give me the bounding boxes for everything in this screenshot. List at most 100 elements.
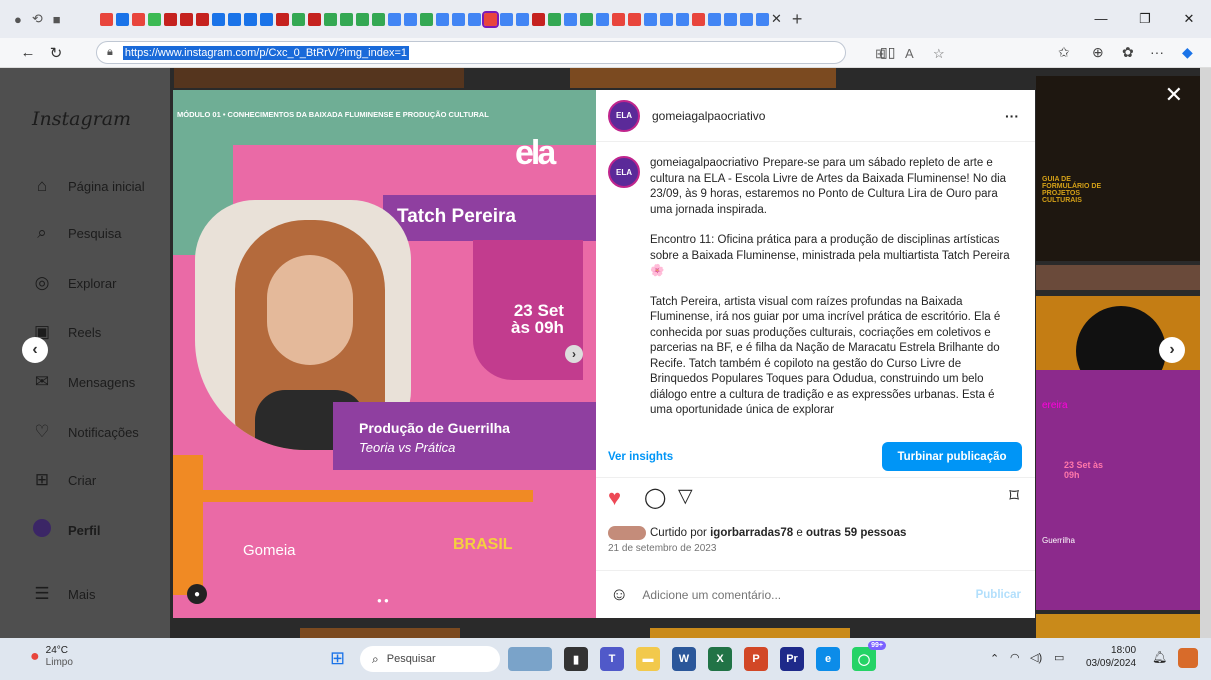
new-tab-button[interactable]: +	[792, 9, 803, 30]
close-window-button[interactable]: ✕	[1167, 0, 1211, 38]
weather-widget[interactable]: ● 24°C Limpo	[30, 645, 73, 669]
tagged-user-icon[interactable]: ●	[187, 584, 207, 604]
emoji-icon[interactable]: ☺	[610, 584, 628, 605]
browser-tab[interactable]	[548, 12, 561, 26]
extension-icon[interactable]: ✿	[1122, 44, 1134, 61]
grid-tile[interactable]	[1036, 614, 1201, 638]
grid-tile[interactable]	[650, 628, 850, 638]
pr-app-icon[interactable]: Pr	[780, 647, 804, 671]
browser-tab[interactable]	[164, 12, 177, 26]
browser-tab[interactable]	[340, 12, 353, 26]
browser-tab[interactable]	[532, 12, 545, 26]
likes-others-link[interactable]: outras 59 pessoas	[806, 527, 906, 539]
browser-tab[interactable]	[116, 12, 129, 26]
publish-button[interactable]: Publicar	[976, 589, 1021, 601]
browser-tab[interactable]	[244, 12, 257, 26]
browser-tab[interactable]	[100, 12, 113, 26]
browser-tab[interactable]	[356, 12, 369, 26]
instagram-logo[interactable]: Instagram	[32, 108, 131, 130]
task-view-icon[interactable]: ▮	[564, 647, 588, 671]
split-screen-icon[interactable]: ▯▯	[880, 44, 895, 61]
url-field[interactable]: 🔒︎ https://www.instagram.com/p/Cxc_0_BtR…	[96, 41, 945, 64]
wifi-icon[interactable]: ◠	[1010, 651, 1020, 664]
copilot-icon[interactable]: ◆	[1182, 44, 1193, 61]
caption-username[interactable]: gomeiagalpaocriativo	[650, 157, 759, 169]
windows-start-icon[interactable]: ⊞	[330, 648, 345, 669]
browser-tab[interactable]	[660, 12, 673, 26]
battery-icon[interactable]: ▭	[1054, 651, 1064, 664]
powerpoint-icon[interactable]: P	[744, 647, 768, 671]
clock[interactable]: 18:00 03/09/2024	[1086, 644, 1136, 670]
browser-tab[interactable]	[420, 12, 433, 26]
browser-tab[interactable]	[452, 12, 465, 26]
browser-tab[interactable]	[628, 12, 641, 26]
browser-tab[interactable]	[612, 12, 625, 26]
grid-tile[interactable]	[1036, 265, 1201, 290]
nav-more[interactable]: ☰ Mais	[32, 584, 95, 604]
more-options-icon[interactable]: ···	[1005, 108, 1019, 124]
taskbar-search[interactable]: ⌕ Pesquisar	[360, 646, 500, 672]
page-scrollbar[interactable]	[1200, 68, 1211, 638]
browser-tab[interactable]	[372, 12, 385, 26]
favorite-star-icon[interactable]: ☆	[933, 46, 945, 62]
url-text[interactable]: https://www.instagram.com/p/Cxc_0_BtRrV/…	[122, 45, 410, 60]
post-image[interactable]: MÓDULO 01 • CONHECIMENTOS DA BAIXADA FLU…	[173, 90, 596, 618]
browser-tab[interactable]	[468, 12, 481, 26]
close-tab-icon[interactable]: ✕	[771, 11, 782, 27]
like-heart-icon[interactable]: ♥	[608, 485, 621, 511]
read-aloud-icon[interactable]: A	[905, 46, 914, 61]
profile-icon[interactable]: ●	[14, 12, 22, 27]
workspaces-icon[interactable]: ⟲	[32, 11, 43, 27]
close-icon[interactable]: ✕	[1165, 82, 1183, 108]
back-button[interactable]: ←	[14, 44, 42, 61]
caption-avatar[interactable]: ELA	[608, 156, 640, 188]
browser-tab[interactable]	[196, 12, 209, 26]
nav-notifications[interactable]: ♡ Notificações	[32, 422, 138, 442]
boost-post-button[interactable]: Turbinar publicação	[882, 442, 1022, 471]
tray-chevron-icon[interactable]: ⌃	[990, 652, 999, 665]
browser-tab[interactable]	[692, 12, 705, 26]
browser-tab[interactable]	[740, 12, 753, 26]
grid-tile[interactable]: ereira 23 Set às 09h Guerrilha	[1036, 370, 1201, 610]
share-icon[interactable]: ▽	[678, 485, 693, 508]
tab-actions-icon[interactable]: ■	[53, 12, 61, 27]
author-avatar[interactable]: ELA	[608, 99, 640, 132]
browser-tab[interactable]	[564, 12, 577, 26]
nav-explore[interactable]: ◎ Explorar	[32, 273, 117, 293]
browser-tab[interactable]	[260, 12, 273, 26]
nav-home[interactable]: ⌂ Página inicial	[32, 176, 145, 196]
minimize-button[interactable]: —	[1079, 0, 1123, 38]
browser-tab[interactable]	[436, 12, 449, 26]
browser-tab[interactable]	[724, 12, 737, 26]
browser-tab[interactable]	[132, 12, 145, 26]
grid-tile[interactable]	[570, 68, 836, 88]
browser-tab[interactable]	[756, 12, 769, 26]
browser-tab[interactable]	[276, 12, 289, 26]
browser-tab[interactable]	[708, 12, 721, 26]
view-insights-link[interactable]: Ver insights	[608, 451, 673, 463]
browser-tab[interactable]	[388, 12, 401, 26]
word-icon[interactable]: W	[672, 647, 696, 671]
browser-tab[interactable]	[676, 12, 689, 26]
copilot-taskbar-icon[interactable]	[1178, 648, 1198, 668]
browser-tab[interactable]	[482, 10, 499, 28]
comment-input[interactable]	[642, 587, 963, 602]
browser-tab[interactable]	[500, 12, 513, 26]
browser-tab[interactable]	[404, 12, 417, 26]
liker-username[interactable]: igorbarradas78	[710, 527, 793, 539]
next-post-arrow[interactable]: ›	[1159, 337, 1185, 363]
collections-icon[interactable]: ⊕	[1092, 44, 1104, 61]
restore-button[interactable]: ❐	[1123, 0, 1167, 38]
browser-tab[interactable]	[644, 12, 657, 26]
browser-tab[interactable]	[324, 12, 337, 26]
browser-tab[interactable]	[308, 12, 321, 26]
file-explorer-icon[interactable]: ▬	[636, 647, 660, 671]
grid-tile[interactable]	[300, 628, 460, 638]
nav-profile[interactable]: Perfil	[32, 519, 101, 542]
browser-tab[interactable]	[212, 12, 225, 26]
browser-tab[interactable]	[580, 12, 593, 26]
author-username[interactable]: gomeiagalpaocriativo	[652, 109, 765, 123]
excel-icon[interactable]: X	[708, 647, 732, 671]
notification-bell-icon[interactable]: 🔔︎	[1152, 650, 1167, 664]
browser-tab[interactable]	[148, 12, 161, 26]
